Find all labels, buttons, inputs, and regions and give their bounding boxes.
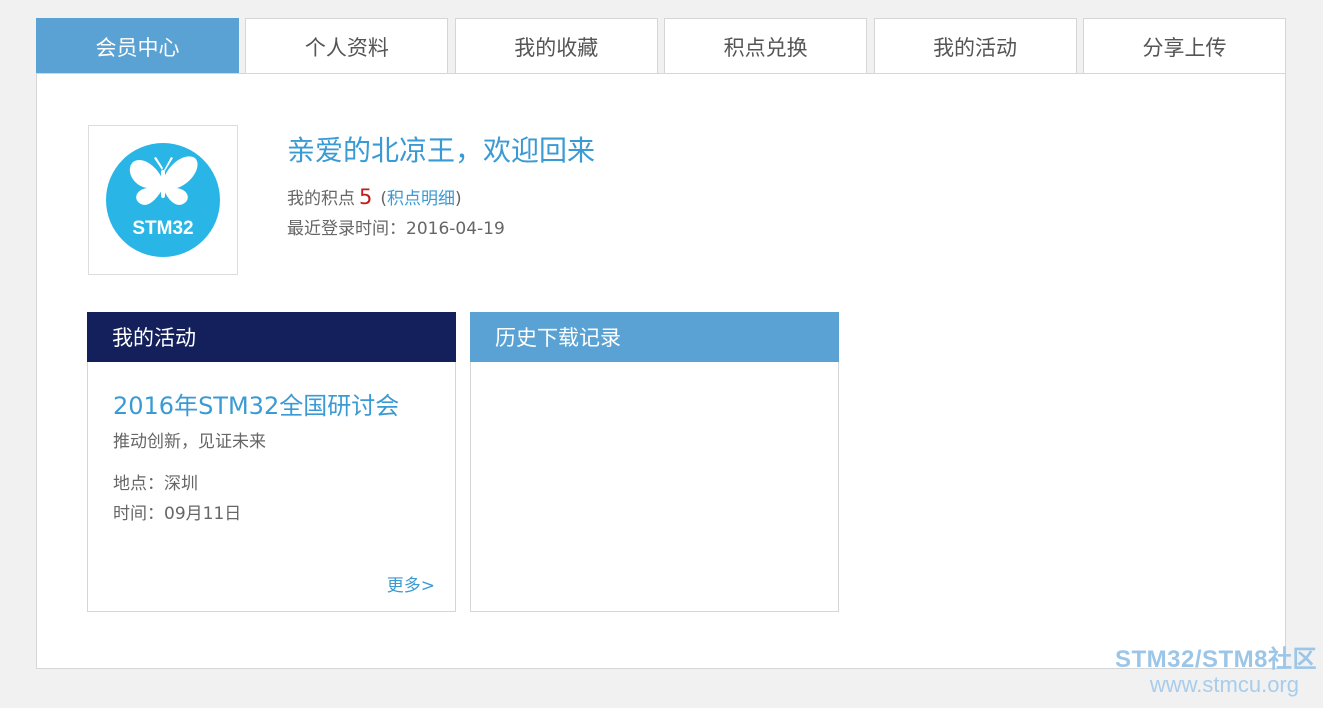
points-value: 5 [359, 185, 373, 209]
event-time: 时间：09月11日 [113, 504, 242, 524]
avatar[interactable]: STM32 [88, 125, 238, 275]
avatar-text: STM32 [132, 218, 193, 239]
points-detail-link[interactable]: 积点明细 [387, 189, 455, 209]
event-subtitle: 推动创新，见证未来 [113, 432, 266, 452]
event-location: 地点：深圳 [113, 474, 198, 494]
member-tab-bar: 会员中心 个人资料 我的收藏 积点兑换 我的活动 分享上传 [36, 18, 1286, 74]
more-activities-link[interactable]: 更多> [387, 571, 435, 596]
tab-share-upload[interactable]: 分享上传 [1082, 18, 1286, 74]
tab-points-exchange[interactable]: 积点兑换 [664, 18, 868, 74]
member-center-panel: STM32 亲爱的北凉王，欢迎回来 我的积点 5 (积点明细) 最近登录时间：201… [36, 73, 1286, 669]
tab-favorites[interactable]: 我的收藏 [454, 18, 658, 74]
tab-my-activities[interactable]: 我的活动 [873, 18, 1077, 74]
event-title-link[interactable]: 2016年STM32全国研讨会 [113, 386, 399, 421]
points-label: 我的积点 [287, 189, 355, 209]
watermark-title: STM32/STM8社区 [1114, 646, 1317, 673]
watermark-url: www.stmcu.org [1149, 672, 1299, 697]
download-history-card: 历史下载记录 [470, 312, 839, 612]
download-history-header: 历史下载记录 [470, 312, 839, 362]
site-watermark: STM32/STM8社区 www.stmcu.org [1115, 648, 1317, 696]
tab-profile[interactable]: 个人资料 [245, 18, 449, 74]
points-link-close: ) [455, 189, 462, 209]
points-line: 我的积点 5 (积点明细) [287, 184, 462, 209]
tab-member-center[interactable]: 会员中心 [36, 18, 239, 74]
my-activities-header: 我的活动 [87, 312, 456, 362]
my-activities-card: 我的活动 2016年STM32全国研讨会 推动创新，见证未来 地点：深圳 时间：… [87, 312, 456, 612]
stm32-logo: STM32 [106, 143, 220, 257]
welcome-message: 亲爱的北凉王，欢迎回来 [287, 134, 596, 167]
last-login-time: 最近登录时间：2016-04-19 [287, 219, 505, 239]
